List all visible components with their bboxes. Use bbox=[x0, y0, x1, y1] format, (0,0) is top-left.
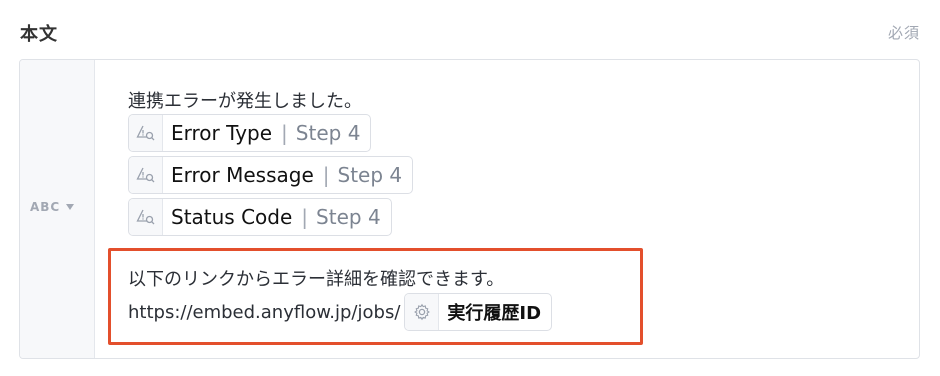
variable-name: Error Message bbox=[171, 163, 314, 187]
warning-search-icon bbox=[129, 157, 163, 193]
intro-line: 連携エラーが発生しました。 bbox=[128, 91, 362, 112]
type-column: ABC bbox=[20, 60, 95, 358]
separator: | bbox=[281, 121, 288, 145]
warning-search-icon bbox=[129, 115, 163, 151]
variable-chip-status-code[interactable]: Status Code | Step 4 bbox=[128, 198, 392, 236]
variable-chip-error-type[interactable]: Error Type | Step 4 bbox=[128, 114, 372, 152]
warning-search-icon bbox=[129, 199, 163, 235]
variable-name: Error Type bbox=[171, 121, 273, 145]
separator: | bbox=[322, 163, 330, 187]
variable-step: Step 4 bbox=[337, 163, 403, 187]
variable-step: Step 4 bbox=[316, 205, 381, 229]
required-label: 必須 bbox=[887, 24, 920, 42]
type-selector-label: ABC bbox=[30, 200, 61, 214]
variable-name: Status Code bbox=[171, 205, 293, 229]
caret-down-icon bbox=[66, 204, 75, 210]
variable-step: Step 4 bbox=[295, 121, 361, 145]
variable-chip-error-message[interactable]: Error Message | Step 4 bbox=[128, 156, 414, 194]
type-selector[interactable]: ABC bbox=[30, 200, 75, 214]
field-label: 本文 bbox=[20, 24, 58, 45]
separator: | bbox=[301, 205, 309, 229]
highlight-annotation bbox=[108, 248, 643, 345]
body-editor[interactable]: ABC 連携エラーが発生しました。 Error Type | Step 4 Er… bbox=[19, 59, 920, 359]
